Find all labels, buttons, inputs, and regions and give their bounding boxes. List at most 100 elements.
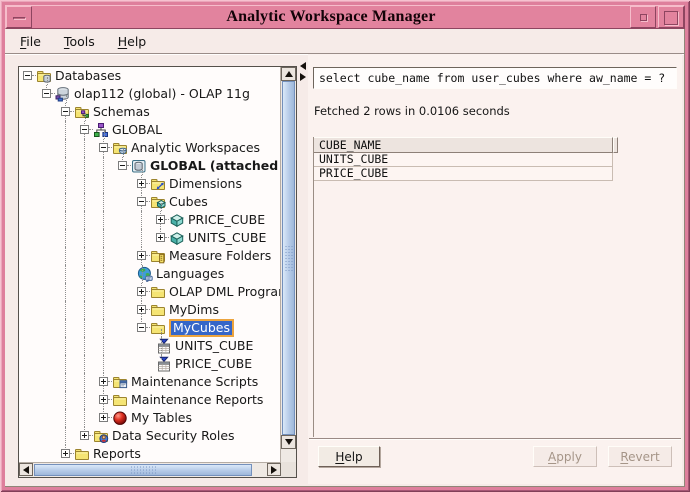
tree-node-global[interactable]: GLOBAL	[19, 121, 280, 139]
vertical-scroll-thumb[interactable]	[282, 81, 295, 435]
expand-icon[interactable]	[156, 233, 165, 242]
tree-node-measure-folders[interactable]: Measure Folders	[19, 247, 280, 265]
sql-query-field[interactable]: select cube_name from user_cubes where a…	[313, 67, 677, 89]
collapse-icon[interactable]	[137, 323, 146, 332]
tree-node-dimensions[interactable]: Dimensions	[19, 175, 280, 193]
expand-toggle[interactable]	[99, 409, 112, 427]
tree-node-label[interactable]: GLOBAL	[112, 122, 162, 138]
expand-icon[interactable]	[99, 377, 108, 386]
tree-node-databases[interactable]: Databases	[19, 67, 280, 85]
expand-toggle[interactable]	[61, 103, 74, 121]
tree-node-my-tables[interactable]: My Tables	[19, 409, 280, 427]
expand-toggle[interactable]	[156, 211, 169, 229]
scroll-up-button[interactable]	[281, 67, 296, 81]
tree-node-price-cube[interactable]: PRICE_CUBE	[19, 211, 280, 229]
tree-node-units-cube[interactable]: UNITS_CUBE	[19, 229, 280, 247]
tree-node-label[interactable]: MyDims	[169, 302, 219, 318]
expand-icon[interactable]	[137, 287, 146, 296]
expand-right-icon[interactable]	[300, 73, 306, 81]
tree-node-label[interactable]: Languages	[156, 266, 224, 282]
collapse-icon[interactable]	[137, 197, 146, 206]
tree-node-label[interactable]: Reports	[93, 446, 141, 462]
tree-node-mycubes[interactable]: MyCubes	[19, 319, 280, 337]
expand-toggle[interactable]	[137, 319, 150, 337]
expand-icon[interactable]	[99, 395, 108, 404]
tree-node-mydims[interactable]: MyDims	[19, 301, 280, 319]
tree-node-languages[interactable]: Languages	[19, 265, 280, 283]
expand-toggle[interactable]	[137, 247, 150, 265]
table-row[interactable]: UNITS_CUBE	[313, 152, 613, 167]
expand-icon[interactable]	[99, 413, 108, 422]
expand-icon[interactable]	[61, 449, 70, 458]
revert-button[interactable]: Revert	[608, 446, 672, 467]
expand-toggle[interactable]	[137, 283, 150, 301]
menu-help[interactable]: Help	[118, 34, 147, 49]
horizontal-scroll-thumb[interactable]	[34, 464, 252, 476]
tree-node-schemas[interactable]: Schemas	[19, 103, 280, 121]
expand-icon[interactable]	[137, 251, 146, 260]
expand-toggle[interactable]	[80, 121, 93, 139]
expand-toggle[interactable]	[137, 175, 150, 193]
expand-toggle[interactable]	[61, 445, 74, 463]
maximize-button[interactable]	[658, 6, 684, 28]
expand-toggle[interactable]	[99, 373, 112, 391]
tree-vertical-scrollbar[interactable]	[280, 67, 296, 463]
expand-toggle[interactable]	[80, 427, 93, 445]
tree-node-label[interactable]: PRICE_CUBE	[188, 212, 265, 228]
collapse-left-icon[interactable]	[300, 62, 306, 70]
tree-node-label[interactable]: UNITS_CUBE	[188, 230, 266, 246]
tree-node-units-cube[interactable]: UNITS_CUBE	[19, 337, 280, 355]
tree-node-cubes[interactable]: Cubes	[19, 193, 280, 211]
menu-tools[interactable]: Tools	[64, 34, 95, 49]
minimize-button[interactable]	[630, 6, 656, 28]
tree-node-label[interactable]: UNITS_CUBE	[175, 338, 253, 354]
tree-node-label[interactable]: MyCubes	[169, 319, 234, 337]
collapse-icon[interactable]	[23, 71, 32, 80]
tree-node-label[interactable]: My Tables	[131, 410, 192, 426]
menu-file[interactable]: File	[20, 34, 41, 49]
scroll-left-button[interactable]	[19, 463, 33, 476]
expand-toggle[interactable]	[99, 139, 112, 157]
tree-node-maintenance-reports[interactable]: Maintenance Reports	[19, 391, 280, 409]
expand-icon[interactable]	[156, 215, 165, 224]
tree-node-label[interactable]: Measure Folders	[169, 248, 271, 264]
tree-node-label[interactable]: Cubes	[169, 194, 208, 210]
tree-horizontal-scrollbar[interactable]	[19, 462, 281, 477]
expand-toggle[interactable]	[137, 301, 150, 319]
tree-node-label[interactable]: OLAP DML Programs	[169, 284, 280, 300]
collapse-icon[interactable]	[61, 107, 70, 116]
expand-toggle[interactable]	[118, 157, 131, 175]
help-button[interactable]: Help	[318, 446, 380, 467]
tree-node-label[interactable]: Analytic Workspaces	[131, 140, 260, 156]
tree-node-data-security-roles[interactable]: Data Security Roles	[19, 427, 280, 445]
tree-node-label[interactable]: Databases	[55, 68, 121, 84]
tree-node-label[interactable]: olap112 (global) - OLAP 11g	[74, 86, 250, 102]
tree-node-label[interactable]: Maintenance Reports	[131, 392, 263, 408]
tree-node-label[interactable]: Dimensions	[169, 176, 242, 192]
tree-node-label[interactable]: Maintenance Scripts	[131, 374, 258, 390]
tree-node-analytic-workspaces[interactable]: Analytic Workspaces	[19, 139, 280, 157]
tree-node-olap-dml-programs[interactable]: OLAP DML Programs	[19, 283, 280, 301]
expand-toggle[interactable]	[156, 229, 169, 247]
tree-node-label[interactable]: Schemas	[93, 104, 150, 120]
collapse-icon[interactable]	[80, 125, 89, 134]
window-menu-button[interactable]	[6, 6, 32, 28]
expand-toggle[interactable]	[42, 85, 55, 103]
tree-node-price-cube[interactable]: PRICE_CUBE	[19, 355, 280, 373]
tree-node-reports[interactable]: Reports	[19, 445, 280, 463]
collapse-icon[interactable]	[99, 143, 108, 152]
expand-icon[interactable]	[80, 431, 89, 440]
expand-toggle[interactable]	[99, 391, 112, 409]
tree-node-olap112-global-olap-11g[interactable]: olap112 (global) - OLAP 11g	[19, 85, 280, 103]
column-header-cube-name[interactable]: CUBE_NAME	[313, 137, 613, 153]
scroll-down-button[interactable]	[281, 435, 296, 449]
tree-node-label[interactable]: GLOBAL (attached RW)	[150, 158, 280, 174]
expand-toggle[interactable]	[137, 193, 150, 211]
expand-icon[interactable]	[137, 305, 146, 314]
tree-node-label[interactable]: PRICE_CUBE	[175, 356, 252, 372]
tree-node-global-attached-rw[interactable]: GLOBAL (attached RW)	[19, 157, 280, 175]
tree-node-label[interactable]: Data Security Roles	[112, 428, 235, 444]
scroll-right-button[interactable]	[267, 463, 281, 476]
expand-icon[interactable]	[137, 179, 146, 188]
title-bar[interactable]: Analytic Workspace Manager	[5, 5, 685, 29]
